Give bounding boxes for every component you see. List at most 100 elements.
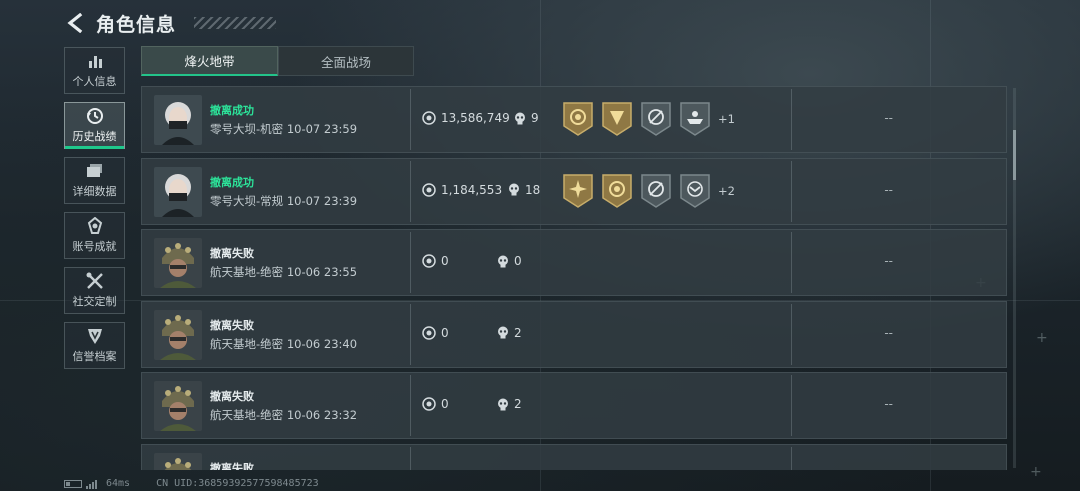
badge-list: +1: [563, 102, 735, 136]
sidebar-item-label: 个人信息: [72, 75, 117, 88]
match-row[interactable]: 撤离成功 零号大坝-机密 10-07 23:59 13,586,749 9 +1…: [141, 86, 1007, 153]
skull-icon: [498, 326, 508, 339]
column-divider: [410, 375, 411, 436]
value-amount: 0: [441, 254, 449, 268]
match-map-time: 航天基地-绝密 10-06 23:55: [210, 264, 357, 280]
extra-badge-count: +1: [718, 112, 735, 126]
kills-stat: 18: [508, 183, 540, 197]
kills-stat: 9: [514, 111, 539, 125]
female-operator-avatar: [154, 166, 202, 217]
match-time: 10-06 23:40: [286, 336, 358, 351]
match-result: 撤离成功: [210, 104, 254, 117]
gold-sun-icon[interactable]: [563, 173, 593, 208]
crosshair-mark: +: [1036, 330, 1048, 346]
column-divider: [410, 303, 411, 365]
helmet-operator-avatar: [154, 238, 202, 288]
kills-count: 9: [531, 111, 539, 125]
coin-icon: [422, 397, 436, 411]
mode-tabs: 烽火地带 全面战场: [141, 46, 414, 76]
tab-hazard-zone[interactable]: 烽火地带: [141, 46, 278, 76]
value-amount: 0: [441, 325, 449, 340]
sidebar-item-history[interactable]: 历史战绩: [64, 102, 125, 149]
match-row[interactable]: 撤离失败 航天基地-绝密 10-06 23:32 0 2 --: [141, 372, 1007, 439]
match-map: 零号大坝-常规: [210, 193, 284, 208]
match-map-time: 零号大坝-机密 10-07 23:59: [210, 121, 357, 137]
status-bar: 64ms CN UID:3685939257759848572​3: [64, 478, 319, 489]
match-map: 零号大坝-机密: [210, 122, 284, 136]
extra-badge-count: +2: [718, 183, 735, 198]
placeholder-value: --: [884, 111, 893, 125]
match-map-time: 航天基地-绝密 10-06 23:40: [210, 336, 357, 352]
match-result: 撤离失败: [210, 247, 254, 260]
sidebar-item-label: 社交定制: [72, 295, 117, 308]
header: 角色信息: [64, 8, 277, 38]
gray-eagle-icon[interactable]: [680, 173, 710, 208]
column-divider: [791, 303, 792, 365]
match-time: 10-07 23:39: [286, 193, 358, 208]
sidebar-item-label: 历史战绩: [72, 130, 117, 143]
skull-icon: [498, 255, 508, 267]
sidebar-item-social-custom[interactable]: 社交定制: [64, 267, 125, 314]
tab-full-battlefield[interactable]: 全面战场: [278, 46, 414, 76]
achievement-icon: [86, 217, 104, 235]
match-row[interactable]: 撤离失败 航天基地-绝密 10-06 23:40 0 2 --: [141, 300, 1007, 368]
battery-icon: [64, 479, 82, 488]
helmet-operator-avatar: [154, 309, 202, 360]
match-row[interactable]: 撤离成功 零号大坝-常规 10-07 23:39 1,184,553 18 +2…: [141, 157, 1007, 225]
page-title: 角色信息: [96, 13, 177, 36]
user-uid: CN UID:3685939257759848572​3: [156, 478, 319, 489]
value-stat: 0: [422, 397, 449, 411]
column-divider: [410, 446, 411, 470]
column-divider: [410, 160, 411, 222]
gold-medal-icon[interactable]: [563, 102, 593, 136]
placeholder-value: --: [884, 397, 893, 411]
back-arrow-icon[interactable]: [64, 12, 86, 34]
column-divider: [791, 89, 792, 150]
value-amount: 1,184,553: [441, 182, 503, 197]
list-scrollbar[interactable]: [1013, 88, 1016, 468]
placeholder-value: --: [884, 254, 893, 268]
kills-stat: 2: [497, 326, 522, 340]
match-map-time: 航天基地-绝密 10-06 23:32: [210, 407, 357, 423]
sidebar-item-label: 详细数据: [72, 185, 117, 198]
value-stat: 1,184,553: [422, 183, 502, 197]
sidebar-item-achievements[interactable]: 账号成就: [64, 212, 125, 259]
scrollbar-thumb[interactable]: [1013, 130, 1016, 180]
match-history-list[interactable]: 撤离成功 零号大坝-机密 10-07 23:59 13,586,749 9 +1…: [141, 86, 1007, 470]
signal-icon: [86, 479, 98, 489]
sidebar-item-credit-record[interactable]: 信誉档案: [64, 322, 125, 369]
gray-target-icon[interactable]: [641, 102, 671, 136]
match-row[interactable]: 撤离失败 航天基地-绝密 10-06 23:55 0 0 --: [141, 229, 1007, 296]
kills-stat: 0: [497, 254, 522, 268]
sidebar-item-personal-info[interactable]: 个人信息: [64, 47, 125, 94]
sidebar-item-label: 信誉档案: [72, 350, 117, 363]
placeholder-value: --: [884, 325, 893, 340]
helmet-operator-avatar: [154, 452, 202, 470]
match-time: 10-07 23:59: [286, 122, 358, 136]
history-clock-icon: [86, 107, 104, 125]
column-divider: [791, 232, 792, 293]
tools-icon: [86, 272, 104, 290]
female-operator-avatar: [154, 95, 202, 145]
gray-target-icon[interactable]: [641, 173, 671, 208]
kills-count: 2: [514, 325, 522, 340]
match-result: 撤离失败: [210, 390, 254, 403]
kills-count: 18: [525, 182, 541, 197]
match-result: 撤离失败: [210, 461, 254, 471]
sidebar: 个人信息 历史战绩 详细数据 账号成就 社交定制 信誉档案: [64, 47, 127, 377]
value-stat: 0: [422, 254, 449, 268]
gold-medal-icon[interactable]: [602, 173, 632, 208]
match-row[interactable]: 撤离失败: [141, 443, 1007, 471]
match-time: 10-06 23:32: [286, 408, 358, 422]
title-stripe-decoration: [194, 17, 277, 29]
shield-emblem-icon: [86, 327, 104, 345]
placeholder-value: --: [884, 182, 893, 197]
column-divider: [791, 446, 792, 470]
kills-count: 0: [514, 254, 522, 268]
gold-crest-icon[interactable]: [602, 102, 632, 136]
gray-boat-icon[interactable]: [680, 102, 710, 136]
crosshair-mark: +: [1030, 464, 1042, 480]
column-divider: [791, 375, 792, 436]
value-stat: 0: [422, 326, 449, 340]
sidebar-item-detailed-data[interactable]: 详细数据: [64, 157, 125, 204]
